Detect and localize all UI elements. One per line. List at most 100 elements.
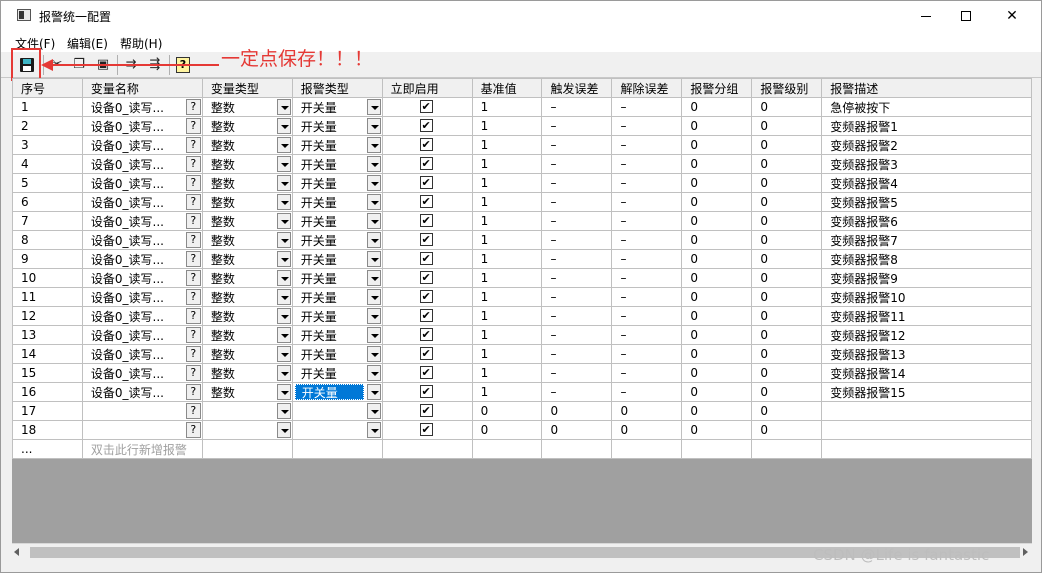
browse-variable-button[interactable]: ? — [185, 327, 201, 343]
dropdown-arrow-icon[interactable] — [276, 308, 291, 324]
alarm-desc-cell[interactable]: 变频器报警4 — [821, 173, 1032, 193]
enable-cell[interactable]: ✔ — [381, 401, 473, 421]
enable-cell[interactable]: ✔ — [381, 249, 473, 269]
close-button[interactable]: ✕ — [989, 1, 1035, 32]
dropdown-arrow-icon[interactable] — [276, 156, 291, 172]
var-name-cell[interactable]: 设备0_读写...? — [81, 97, 203, 117]
var-type-cell[interactable]: 整数 — [201, 249, 293, 269]
base-value-cell[interactable]: 1 — [471, 230, 543, 250]
release-error-cell[interactable]: – — [611, 363, 683, 383]
dropdown-arrow-icon[interactable] — [366, 289, 381, 305]
browse-variable-button[interactable]: ? — [185, 422, 201, 438]
col-header-enable[interactable]: 立即启用 — [381, 78, 473, 98]
browse-variable-button[interactable]: ? — [185, 251, 201, 267]
alarm-group-cell[interactable]: 0 — [681, 230, 753, 250]
var-name-cell[interactable]: 设备0_读写...? — [81, 249, 203, 269]
var-type-cell[interactable]: 整数 — [201, 344, 293, 364]
release-error-cell[interactable]: – — [611, 154, 683, 174]
dropdown-arrow-icon[interactable] — [366, 251, 381, 267]
alarm-type-cell[interactable]: 开关量 — [291, 154, 383, 174]
trigger-error-cell[interactable]: – — [541, 211, 613, 231]
dropdown-arrow-icon[interactable] — [366, 365, 381, 381]
browse-variable-button[interactable]: ? — [185, 156, 201, 172]
dropdown-arrow-icon[interactable] — [276, 99, 291, 115]
dropdown-arrow-icon[interactable] — [366, 308, 381, 324]
browse-variable-button[interactable]: ? — [185, 118, 201, 134]
var-type-cell[interactable] — [201, 420, 293, 440]
base-value-cell[interactable]: 0 — [471, 401, 543, 421]
release-error-cell[interactable]: – — [611, 344, 683, 364]
table-row[interactable]: 6 设备0_读写...? 整数 开关量 ✔ 1 – – 0 0 变频器报警5 — [12, 192, 1032, 212]
menu-edit[interactable]: 编辑(E) — [67, 35, 108, 52]
enable-checkbox[interactable]: ✔ — [419, 100, 433, 113]
alarm-desc-cell[interactable]: 变频器报警5 — [821, 192, 1032, 212]
browse-variable-button[interactable]: ? — [185, 232, 201, 248]
var-type-cell[interactable]: 整数 — [201, 135, 293, 155]
table-row[interactable]: 7 设备0_读写...? 整数 开关量 ✔ 1 – – 0 0 变频器报警6 — [12, 211, 1032, 231]
alarm-level-cell[interactable]: 0 — [751, 363, 823, 383]
enable-checkbox[interactable]: ✔ — [419, 138, 433, 151]
dropdown-arrow-icon[interactable] — [366, 384, 381, 400]
dropdown-arrow-icon[interactable] — [276, 270, 291, 286]
selected-alarm-type[interactable]: 开关量 — [294, 384, 364, 400]
dropdown-arrow-icon[interactable] — [366, 137, 381, 153]
table-row[interactable]: 5 设备0_读写...? 整数 开关量 ✔ 1 – – 0 0 变频器报警4 — [12, 173, 1032, 193]
alarm-desc-cell[interactable]: 变频器报警3 — [821, 154, 1032, 174]
enable-cell[interactable]: ✔ — [381, 325, 473, 345]
dropdown-arrow-icon[interactable] — [366, 346, 381, 362]
enable-checkbox[interactable]: ✔ — [419, 366, 433, 379]
var-name-cell[interactable]: 设备0_读写...? — [81, 344, 203, 364]
dropdown-arrow-icon[interactable] — [276, 251, 291, 267]
var-name-cell[interactable]: 设备0_读写...? — [81, 154, 203, 174]
enable-checkbox[interactable]: ✔ — [419, 309, 433, 322]
alarm-group-cell[interactable]: 0 — [681, 249, 753, 269]
dropdown-arrow-icon[interactable] — [276, 384, 291, 400]
release-error-cell[interactable]: – — [611, 211, 683, 231]
alarm-level-cell[interactable]: 0 — [751, 420, 823, 440]
trigger-error-cell[interactable]: – — [541, 173, 613, 193]
dropdown-arrow-icon[interactable] — [366, 213, 381, 229]
alarm-group-cell[interactable]: 0 — [681, 306, 753, 326]
base-value-cell[interactable]: 1 — [471, 97, 543, 117]
var-name-cell[interactable]: 设备0_读写...? — [81, 287, 203, 307]
dropdown-arrow-icon[interactable] — [276, 137, 291, 153]
alarm-desc-cell[interactable]: 变频器报警1 — [821, 116, 1032, 136]
dropdown-arrow-icon[interactable] — [366, 232, 381, 248]
var-name-cell[interactable]: 设备0_读写...? — [81, 173, 203, 193]
trigger-error-cell[interactable]: – — [541, 154, 613, 174]
alarm-type-cell[interactable]: 开关量 — [291, 173, 383, 193]
browse-variable-button[interactable]: ? — [185, 99, 201, 115]
dropdown-arrow-icon[interactable] — [366, 175, 381, 191]
alarm-type-cell[interactable]: 开关量 — [291, 192, 383, 212]
var-type-cell[interactable]: 整数 — [201, 363, 293, 383]
alarm-group-cell[interactable]: 0 — [681, 97, 753, 117]
release-error-cell[interactable]: 0 — [611, 420, 683, 440]
dropdown-arrow-icon[interactable] — [276, 175, 291, 191]
alarm-desc-cell[interactable]: 变频器报警13 — [821, 344, 1032, 364]
alarm-group-cell[interactable]: 0 — [681, 211, 753, 231]
release-error-cell[interactable]: – — [611, 135, 683, 155]
release-error-cell[interactable]: 0 — [611, 401, 683, 421]
alarm-desc-cell[interactable]: 变频器报警8 — [821, 249, 1032, 269]
new-alarm-row[interactable]: ... 双击此行新增报警 — [12, 439, 1032, 459]
table-row[interactable]: 17? ✔ 0 0 0 0 0 — [12, 401, 1032, 421]
dropdown-arrow-icon[interactable] — [276, 346, 291, 362]
enable-cell[interactable]: ✔ — [381, 97, 473, 117]
base-value-cell[interactable]: 1 — [471, 344, 543, 364]
trigger-error-cell[interactable]: – — [541, 135, 613, 155]
alarm-level-cell[interactable]: 0 — [751, 192, 823, 212]
var-type-cell[interactable]: 整数 — [201, 173, 293, 193]
enable-cell[interactable]: ✔ — [381, 306, 473, 326]
browse-variable-button[interactable]: ? — [185, 403, 201, 419]
var-name-cell[interactable]: 设备0_读写...? — [81, 268, 203, 288]
trigger-error-cell[interactable]: 0 — [541, 420, 613, 440]
var-type-cell[interactable]: 整数 — [201, 287, 293, 307]
enable-cell[interactable]: ✔ — [381, 154, 473, 174]
table-row[interactable]: 1 设备0_读写...? 整数 开关量 ✔ 1 – – 0 0 急停被按下 — [12, 97, 1032, 117]
trigger-error-cell[interactable]: – — [541, 192, 613, 212]
base-value-cell[interactable]: 1 — [471, 306, 543, 326]
table-row[interactable]: 16 设备0_读写...? 整数 开关量 ✔ 1 – – 0 0 变频器报警15 — [12, 382, 1032, 402]
alarm-desc-cell[interactable]: 变频器报警2 — [821, 135, 1032, 155]
var-type-cell[interactable]: 整数 — [201, 211, 293, 231]
var-type-cell[interactable] — [201, 401, 293, 421]
